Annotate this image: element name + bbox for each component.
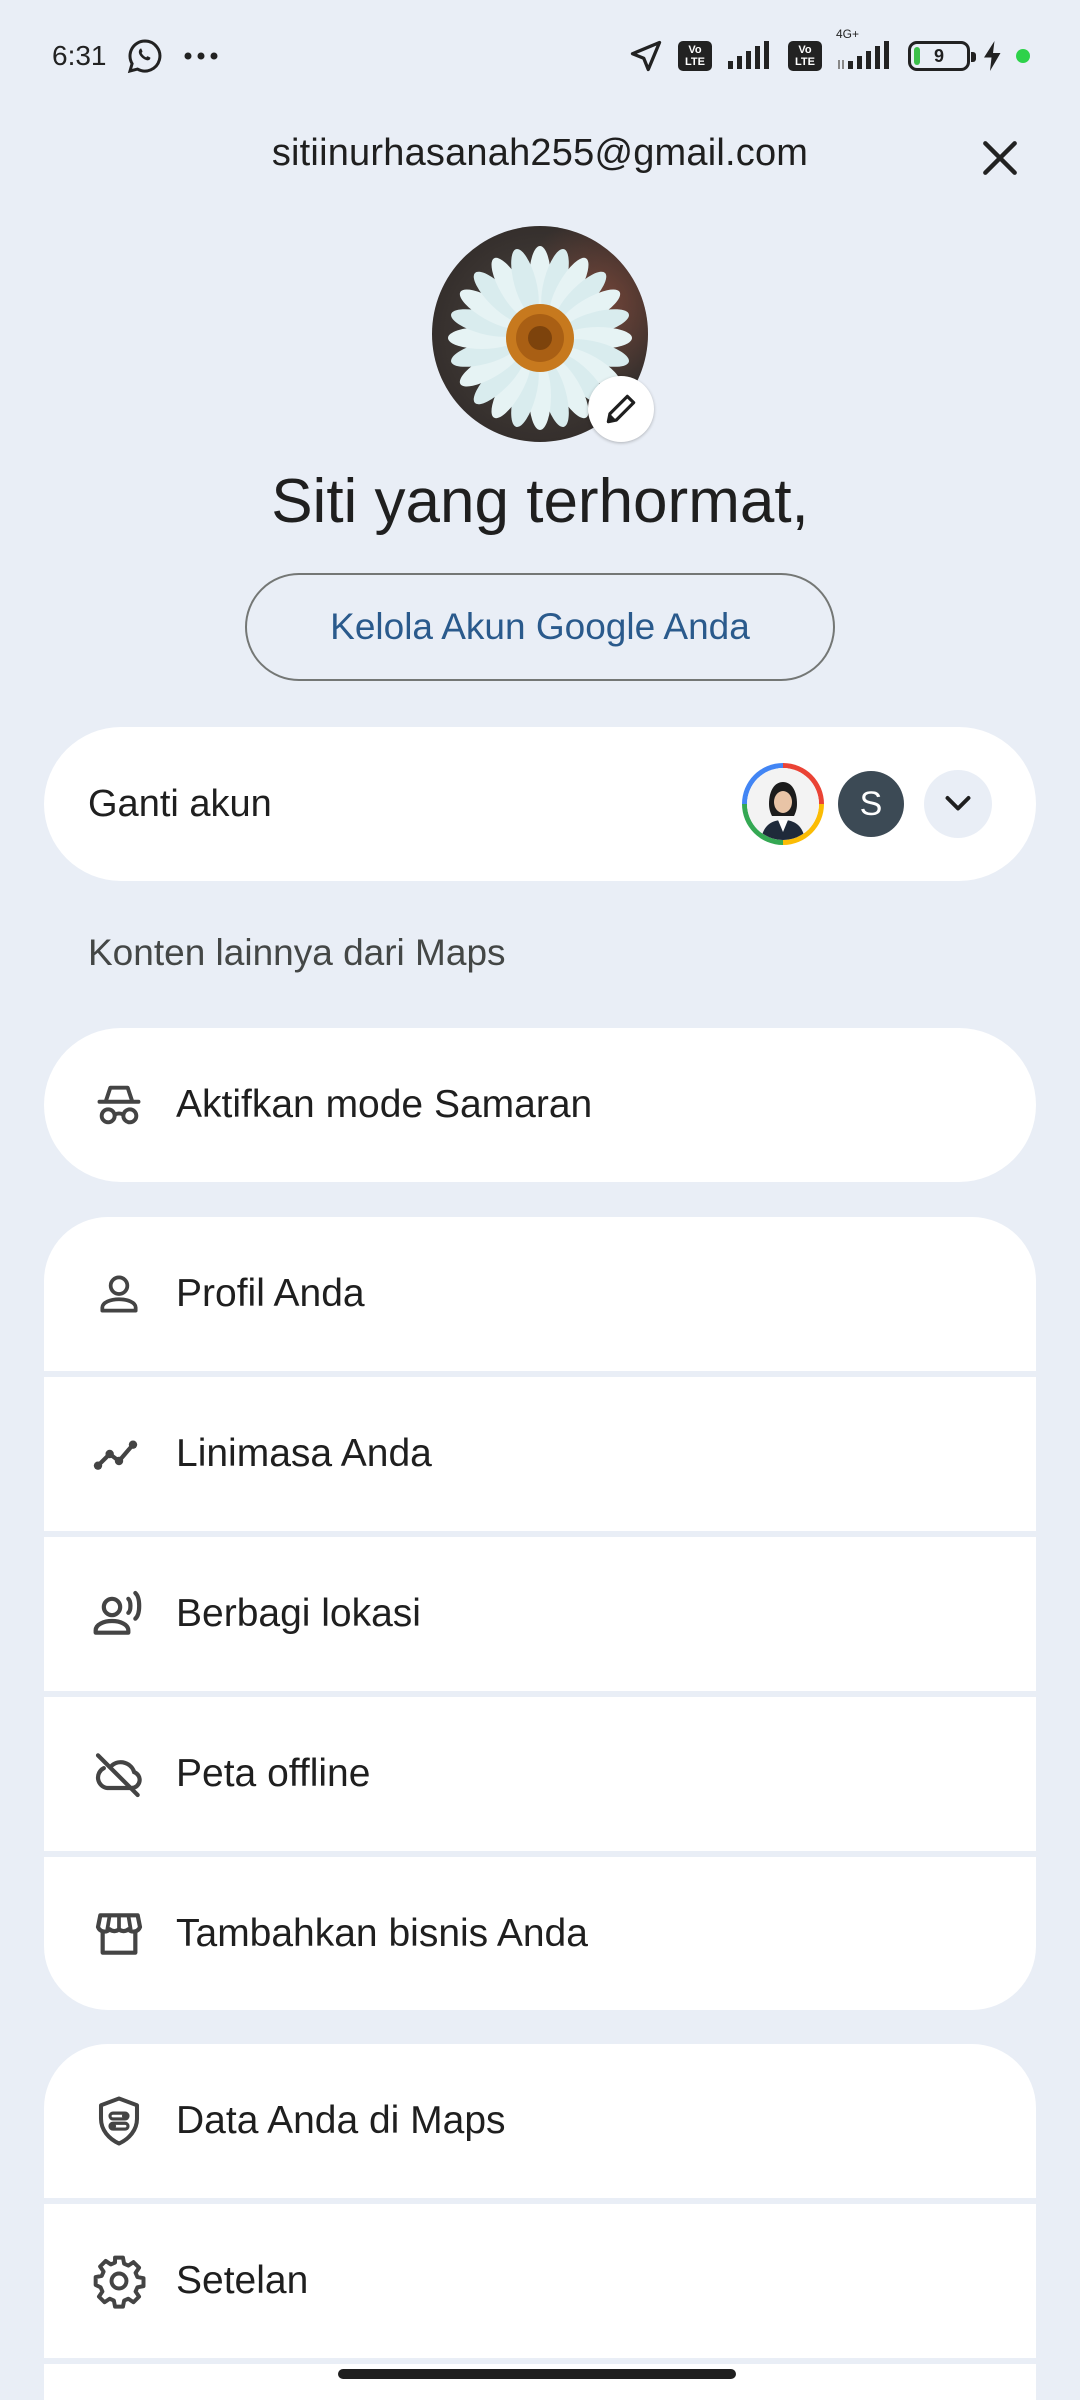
- pencil-icon: [606, 394, 636, 424]
- gear-icon: [88, 2250, 150, 2312]
- shield-data-icon: [88, 2090, 150, 2152]
- chevron-down-icon: [945, 796, 971, 811]
- location-arrow-icon: [628, 38, 664, 74]
- menu-item-label: Profil Anda: [176, 1272, 365, 1315]
- account-avatar-letter[interactable]: S: [838, 771, 904, 837]
- menu-item-label: Aktifkan mode Samaran: [176, 1083, 593, 1126]
- location-sharing-icon: [88, 1583, 150, 1645]
- incognito-icon: [88, 1074, 150, 1136]
- battery-icon: 9: [908, 41, 976, 71]
- menu-item-profile[interactable]: Profil Anda: [44, 1217, 1036, 1371]
- google-maps-account-menu: 6:31 Vo LTE Vo LTE 4G+ 9 sitiinurhasanah…: [0, 0, 1080, 2400]
- whatsapp-icon: [127, 38, 163, 74]
- expand-accounts-button[interactable]: [924, 770, 992, 838]
- menu-item-timeline[interactable]: Linimasa Anda: [44, 1377, 1036, 1531]
- more-notifications-icon: [183, 51, 219, 61]
- menu-group-secondary: Data Anda di Maps Setelan: [44, 2044, 1036, 2400]
- account-email: sitiinurhasanah255@gmail.com: [271, 132, 809, 174]
- status-bar: 6:31 Vo LTE Vo LTE 4G+ 9: [0, 0, 1080, 112]
- menu-item-label: Setelan: [176, 2259, 309, 2302]
- profile-avatar[interactable]: [432, 226, 654, 442]
- switch-account-row[interactable]: Ganti akun S: [44, 727, 1036, 881]
- menu-item-your-data[interactable]: Data Anda di Maps: [44, 2044, 1036, 2198]
- signal-icon: [726, 41, 774, 71]
- volte-icon-2: Vo LTE: [788, 41, 822, 71]
- account-avatars: S: [742, 763, 992, 845]
- menu-item-settings[interactable]: Setelan: [44, 2204, 1036, 2358]
- menu-item-label: Peta offline: [176, 1752, 371, 1795]
- storefront-icon: [88, 1903, 150, 1965]
- menu-item-label: Berbagi lokasi: [176, 1592, 421, 1635]
- menu-item-label: Data Anda di Maps: [176, 2099, 506, 2142]
- greeting-title: Siti yang terhormat,: [271, 467, 809, 536]
- menu-item-incognito[interactable]: Aktifkan mode Samaran: [44, 1028, 1036, 1182]
- timeline-icon: [88, 1423, 150, 1485]
- cloud-off-icon: [88, 1743, 150, 1805]
- signal-4g-icon: 4G+: [836, 27, 894, 71]
- edit-photo-button[interactable]: [588, 376, 654, 442]
- account-avatar-photo[interactable]: [742, 763, 824, 845]
- volte-icon: Vo LTE: [678, 41, 712, 71]
- status-time: 6:31: [52, 40, 107, 71]
- close-icon: [983, 141, 1017, 175]
- home-indicator[interactable]: [338, 2369, 736, 2379]
- menu-item-add-business[interactable]: Tambahkan bisnis Anda: [44, 1857, 1036, 2010]
- menu-item-offline-maps[interactable]: Peta offline: [44, 1697, 1036, 1851]
- menu-item-location-sharing[interactable]: Berbagi lokasi: [44, 1537, 1036, 1691]
- menu-group-primary: Profil Anda Linimasa Anda Berbagi lokasi…: [44, 1217, 1036, 2010]
- close-button[interactable]: [972, 130, 1028, 186]
- switch-account-label: Ganti akun: [88, 782, 272, 825]
- charging-icon: [984, 41, 1002, 71]
- incognito-card: Aktifkan mode Samaran: [44, 1028, 1036, 1182]
- menu-item-label: Linimasa Anda: [176, 1432, 432, 1475]
- section-heading: Konten lainnya dari Maps: [88, 932, 506, 973]
- privacy-indicator-dot: [1016, 49, 1030, 63]
- person-icon: [88, 1263, 150, 1325]
- manage-google-account-button[interactable]: Kelola Akun Google Anda: [245, 573, 835, 681]
- menu-item-label: Tambahkan bisnis Anda: [176, 1912, 588, 1955]
